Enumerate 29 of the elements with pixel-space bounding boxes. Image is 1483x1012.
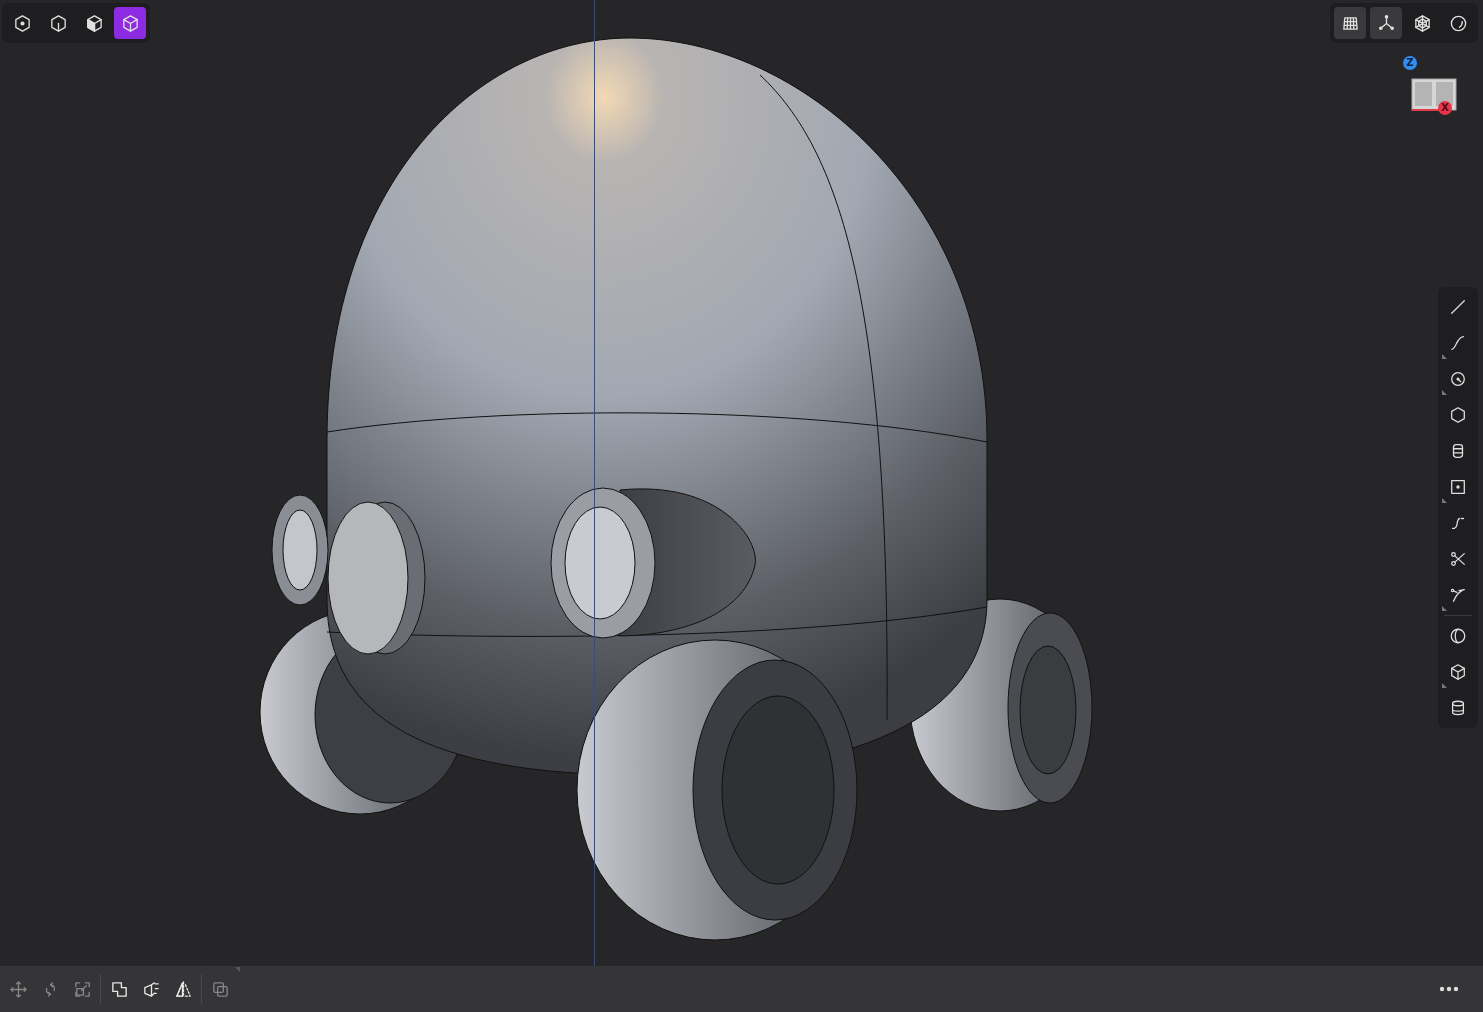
scale-icon [72, 979, 92, 999]
view-toggle-button[interactable] [1370, 7, 1402, 39]
more-icon[interactable] [1439, 986, 1459, 992]
ring-icon [1449, 627, 1467, 645]
hexagon-icon [1449, 406, 1467, 424]
axes-icon [1376, 13, 1396, 33]
sphere-icon [1448, 13, 1468, 33]
cylinder-icon [1449, 699, 1467, 717]
copy-icon [210, 979, 230, 999]
edge-mode-icon [48, 13, 68, 33]
curve-icon [1449, 334, 1467, 352]
union-icon [109, 979, 129, 999]
cube-icon [120, 13, 140, 33]
trim-icon [1449, 586, 1467, 604]
view-cube-drawing[interactable] [1411, 77, 1457, 111]
axis-label: X [1438, 101, 1452, 115]
vertex-mode-icon [12, 13, 32, 33]
move-icon [8, 979, 28, 999]
square-point-icon [1449, 478, 1467, 496]
mirror-icon [173, 979, 193, 999]
scissors-icon [1449, 550, 1467, 568]
axis-label: Z [1403, 56, 1417, 70]
face-mode-icon [84, 13, 104, 33]
cube-icon [1449, 663, 1467, 681]
circle-icon [1449, 370, 1467, 388]
wireframe-sphere-icon [1412, 13, 1432, 33]
extrude-icon [141, 979, 161, 999]
line-icon [1449, 298, 1467, 316]
view-toggle-button[interactable] [1334, 7, 1366, 39]
